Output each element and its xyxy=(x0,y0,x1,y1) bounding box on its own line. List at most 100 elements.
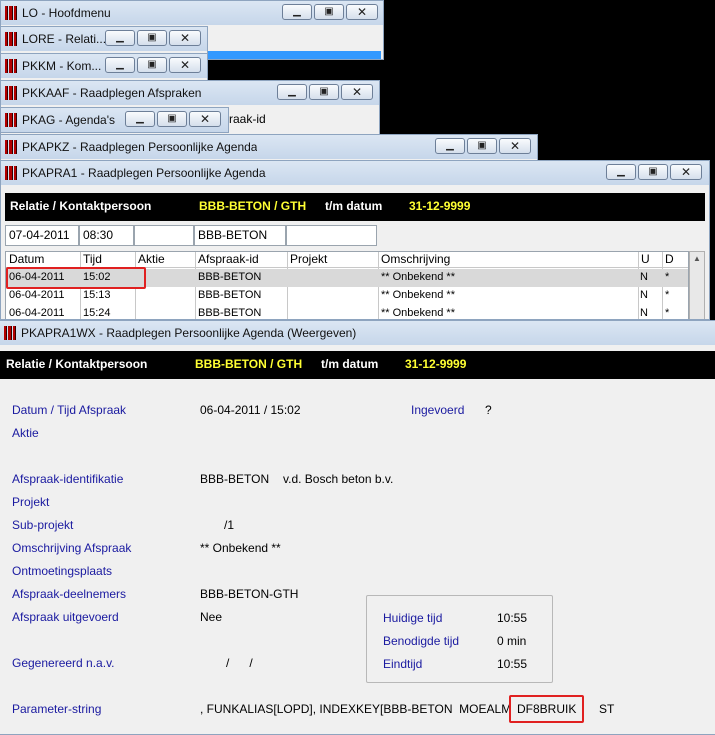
ontmoetingsplaats-label: Ontmoetingsplaats xyxy=(12,564,113,578)
sub-projekt-value: /1 xyxy=(224,518,235,532)
minimize-button[interactable]: ▁ xyxy=(435,138,465,154)
close-button[interactable]: ✕ xyxy=(670,164,702,180)
relatie-value: BBB-BETON / GTH xyxy=(199,199,307,213)
window-title: PKKM - Kom... xyxy=(22,59,102,73)
filter-extra-field[interactable] xyxy=(286,225,377,246)
close-button[interactable]: ✕ xyxy=(341,84,373,100)
relatie-header-bar: Relatie / Kontaktpersoon BBB-BETON / GTH… xyxy=(0,351,715,379)
col-d[interactable]: D xyxy=(662,252,674,266)
omschrijving-value: ** Onbekend ** xyxy=(200,541,281,555)
cell-datum: 06-04-2011 xyxy=(9,307,65,319)
close-button[interactable]: ✕ xyxy=(169,57,201,73)
minimize-button[interactable]: ▁ xyxy=(105,57,135,73)
table-row[interactable]: 06-04-2011 15:13 BBB-BETON ** Onbekend *… xyxy=(6,287,688,305)
relatie-header-bar: Relatie / Kontaktpersoon BBB-BETON / GTH… xyxy=(5,193,705,221)
app-icon xyxy=(4,326,16,340)
tm-datum-value: 31-12-9999 xyxy=(409,199,471,213)
window-pkag[interactable]: PKAG - Agenda's ▁ ▣ ✕ xyxy=(0,107,229,133)
scrollbar[interactable]: ▲ xyxy=(689,251,705,319)
col-afspraak-id[interactable]: Afspraak-id xyxy=(195,252,259,266)
col-tijd[interactable]: Tijd xyxy=(80,252,102,266)
parameter-string-value: , FUNKALIAS[LOPD], INDEXKEY[BBB-BETON MO… xyxy=(200,702,512,716)
cell-d: * xyxy=(665,289,670,301)
window-title: PKAG - Agenda's xyxy=(22,113,116,127)
maximize-button[interactable]: ▣ xyxy=(467,138,497,154)
titlebar[interactable]: LORE - Relati... ▁ ▣ ✕ xyxy=(1,27,207,51)
cell-u: N xyxy=(640,307,648,319)
filter-time-field[interactable]: 08:30 xyxy=(79,225,134,246)
window-pkapra1wx[interactable]: PKAPRA1WX - Raadplegen Persoonlijke Agen… xyxy=(0,320,715,735)
tijd-panel: Huidige tijd 10:55 Benodigde tijd 0 min … xyxy=(366,595,553,683)
window-title: PKAPKZ - Raadplegen Persoonlijke Agenda xyxy=(22,140,258,154)
close-button[interactable]: ✕ xyxy=(189,111,221,127)
datum-tijd-value: 06-04-2011 / 15:02 xyxy=(200,403,301,417)
parameter-tail: ST xyxy=(599,702,615,716)
col-omschrijving[interactable]: Omschrijving xyxy=(378,252,450,266)
agenda-table: Datum Tijd Aktie Afspraak-id Projekt Oms… xyxy=(5,251,689,319)
close-button[interactable]: ✕ xyxy=(346,4,378,20)
app-icon xyxy=(5,32,17,46)
app-icon xyxy=(5,140,17,154)
close-button[interactable]: ✕ xyxy=(169,30,201,46)
aktie-label: Aktie xyxy=(12,426,39,440)
cell-tijd: 15:24 xyxy=(83,307,111,319)
maximize-button[interactable]: ▣ xyxy=(137,57,167,73)
window-pkkm[interactable]: PKKM - Kom... ▁ ▣ ✕ xyxy=(0,53,208,83)
afspraak-identifikatie-label: Afspraak-identifikatie xyxy=(12,472,124,486)
app-icon xyxy=(5,113,17,127)
eindtijd-value: 10:55 xyxy=(497,657,528,671)
minimize-button[interactable]: ▁ xyxy=(282,4,312,20)
deelnemers-label: Afspraak-deelnemers xyxy=(12,587,127,601)
ingevoerd-label: Ingevoerd xyxy=(411,403,465,417)
window-pkapra1[interactable]: PKAPRA1 - Raadplegen Persoonlijke Agenda… xyxy=(0,160,710,320)
table-header: Datum Tijd Aktie Afspraak-id Projekt Oms… xyxy=(6,252,688,268)
minimize-button[interactable]: ▁ xyxy=(606,164,636,180)
selected-row[interactable] xyxy=(201,51,381,59)
col-datum[interactable]: Datum xyxy=(6,252,44,266)
maximize-button[interactable]: ▣ xyxy=(137,30,167,46)
titlebar[interactable]: PKAPRA1 - Raadplegen Persoonlijke Agenda… xyxy=(1,161,709,185)
cell-omschrijving: ** Onbekend ** xyxy=(381,289,455,301)
window-title: PKAPRA1WX - Raadplegen Persoonlijke Agen… xyxy=(21,326,357,340)
close-button[interactable]: ✕ xyxy=(499,138,531,154)
eindtijd-label: Eindtijd xyxy=(383,657,423,671)
titlebar[interactable]: PKAPKZ - Raadplegen Persoonlijke Agenda … xyxy=(1,135,537,159)
col-aktie[interactable]: Aktie xyxy=(135,252,165,266)
titlebar[interactable]: PKAG - Agenda's ▁ ▣ ✕ xyxy=(1,108,228,132)
huidige-tijd-value: 10:55 xyxy=(497,611,528,625)
titlebar[interactable]: PKKAAF - Raadplegen Afspraken ▁ ▣ ✕ xyxy=(1,81,379,105)
sub-projekt-label: Sub-projekt xyxy=(12,518,74,532)
app-icon xyxy=(5,166,17,180)
titlebar[interactable]: LO - Hoofdmenu ▁ ▣ ✕ xyxy=(1,1,383,25)
titlebar[interactable]: PKKM - Kom... ▁ ▣ ✕ xyxy=(1,54,207,78)
col-projekt[interactable]: Projekt xyxy=(287,252,327,266)
minimize-button[interactable]: ▁ xyxy=(125,111,155,127)
maximize-button[interactable]: ▣ xyxy=(157,111,187,127)
minimize-button[interactable]: ▁ xyxy=(105,30,135,46)
table-row[interactable]: 06-04-2011 15:24 BBB-BETON ** Onbekend *… xyxy=(6,305,688,319)
maximize-button[interactable]: ▣ xyxy=(309,84,339,100)
column-header-partial: raak-id xyxy=(229,112,266,126)
ingevoerd-value: ? xyxy=(485,403,492,417)
maximize-button[interactable]: ▣ xyxy=(638,164,668,180)
deelnemers-value: BBB-BETON-GTH xyxy=(200,587,299,601)
tm-datum-value: 31-12-9999 xyxy=(405,357,467,371)
cell-tijd: 15:13 xyxy=(83,289,111,301)
afspraak-identifikatie-name: v.d. Bosch beton b.v. xyxy=(283,472,394,486)
filter-empty-field[interactable] xyxy=(134,225,194,246)
relatie-value: BBB-BETON / GTH xyxy=(195,357,303,371)
huidige-tijd-label: Huidige tijd xyxy=(383,611,443,625)
col-u[interactable]: U xyxy=(638,252,650,266)
window-lore[interactable]: LORE - Relati... ▁ ▣ ✕ xyxy=(0,26,208,56)
cell-u: N xyxy=(640,271,648,283)
cell-datum: 06-04-2011 xyxy=(9,289,65,301)
filter-relatie-field[interactable]: BBB-BETON xyxy=(194,225,286,246)
minimize-button[interactable]: ▁ xyxy=(277,84,307,100)
filter-date-field[interactable]: 07-04-2011 xyxy=(5,225,79,246)
projekt-label: Projekt xyxy=(12,495,50,509)
scroll-up-icon[interactable]: ▲ xyxy=(690,252,704,266)
cell-afspraak-id: BBB-BETON xyxy=(198,289,262,301)
titlebar[interactable]: PKAPRA1WX - Raadplegen Persoonlijke Agen… xyxy=(0,321,715,345)
highlight-box xyxy=(6,267,146,289)
maximize-button[interactable]: ▣ xyxy=(314,4,344,20)
